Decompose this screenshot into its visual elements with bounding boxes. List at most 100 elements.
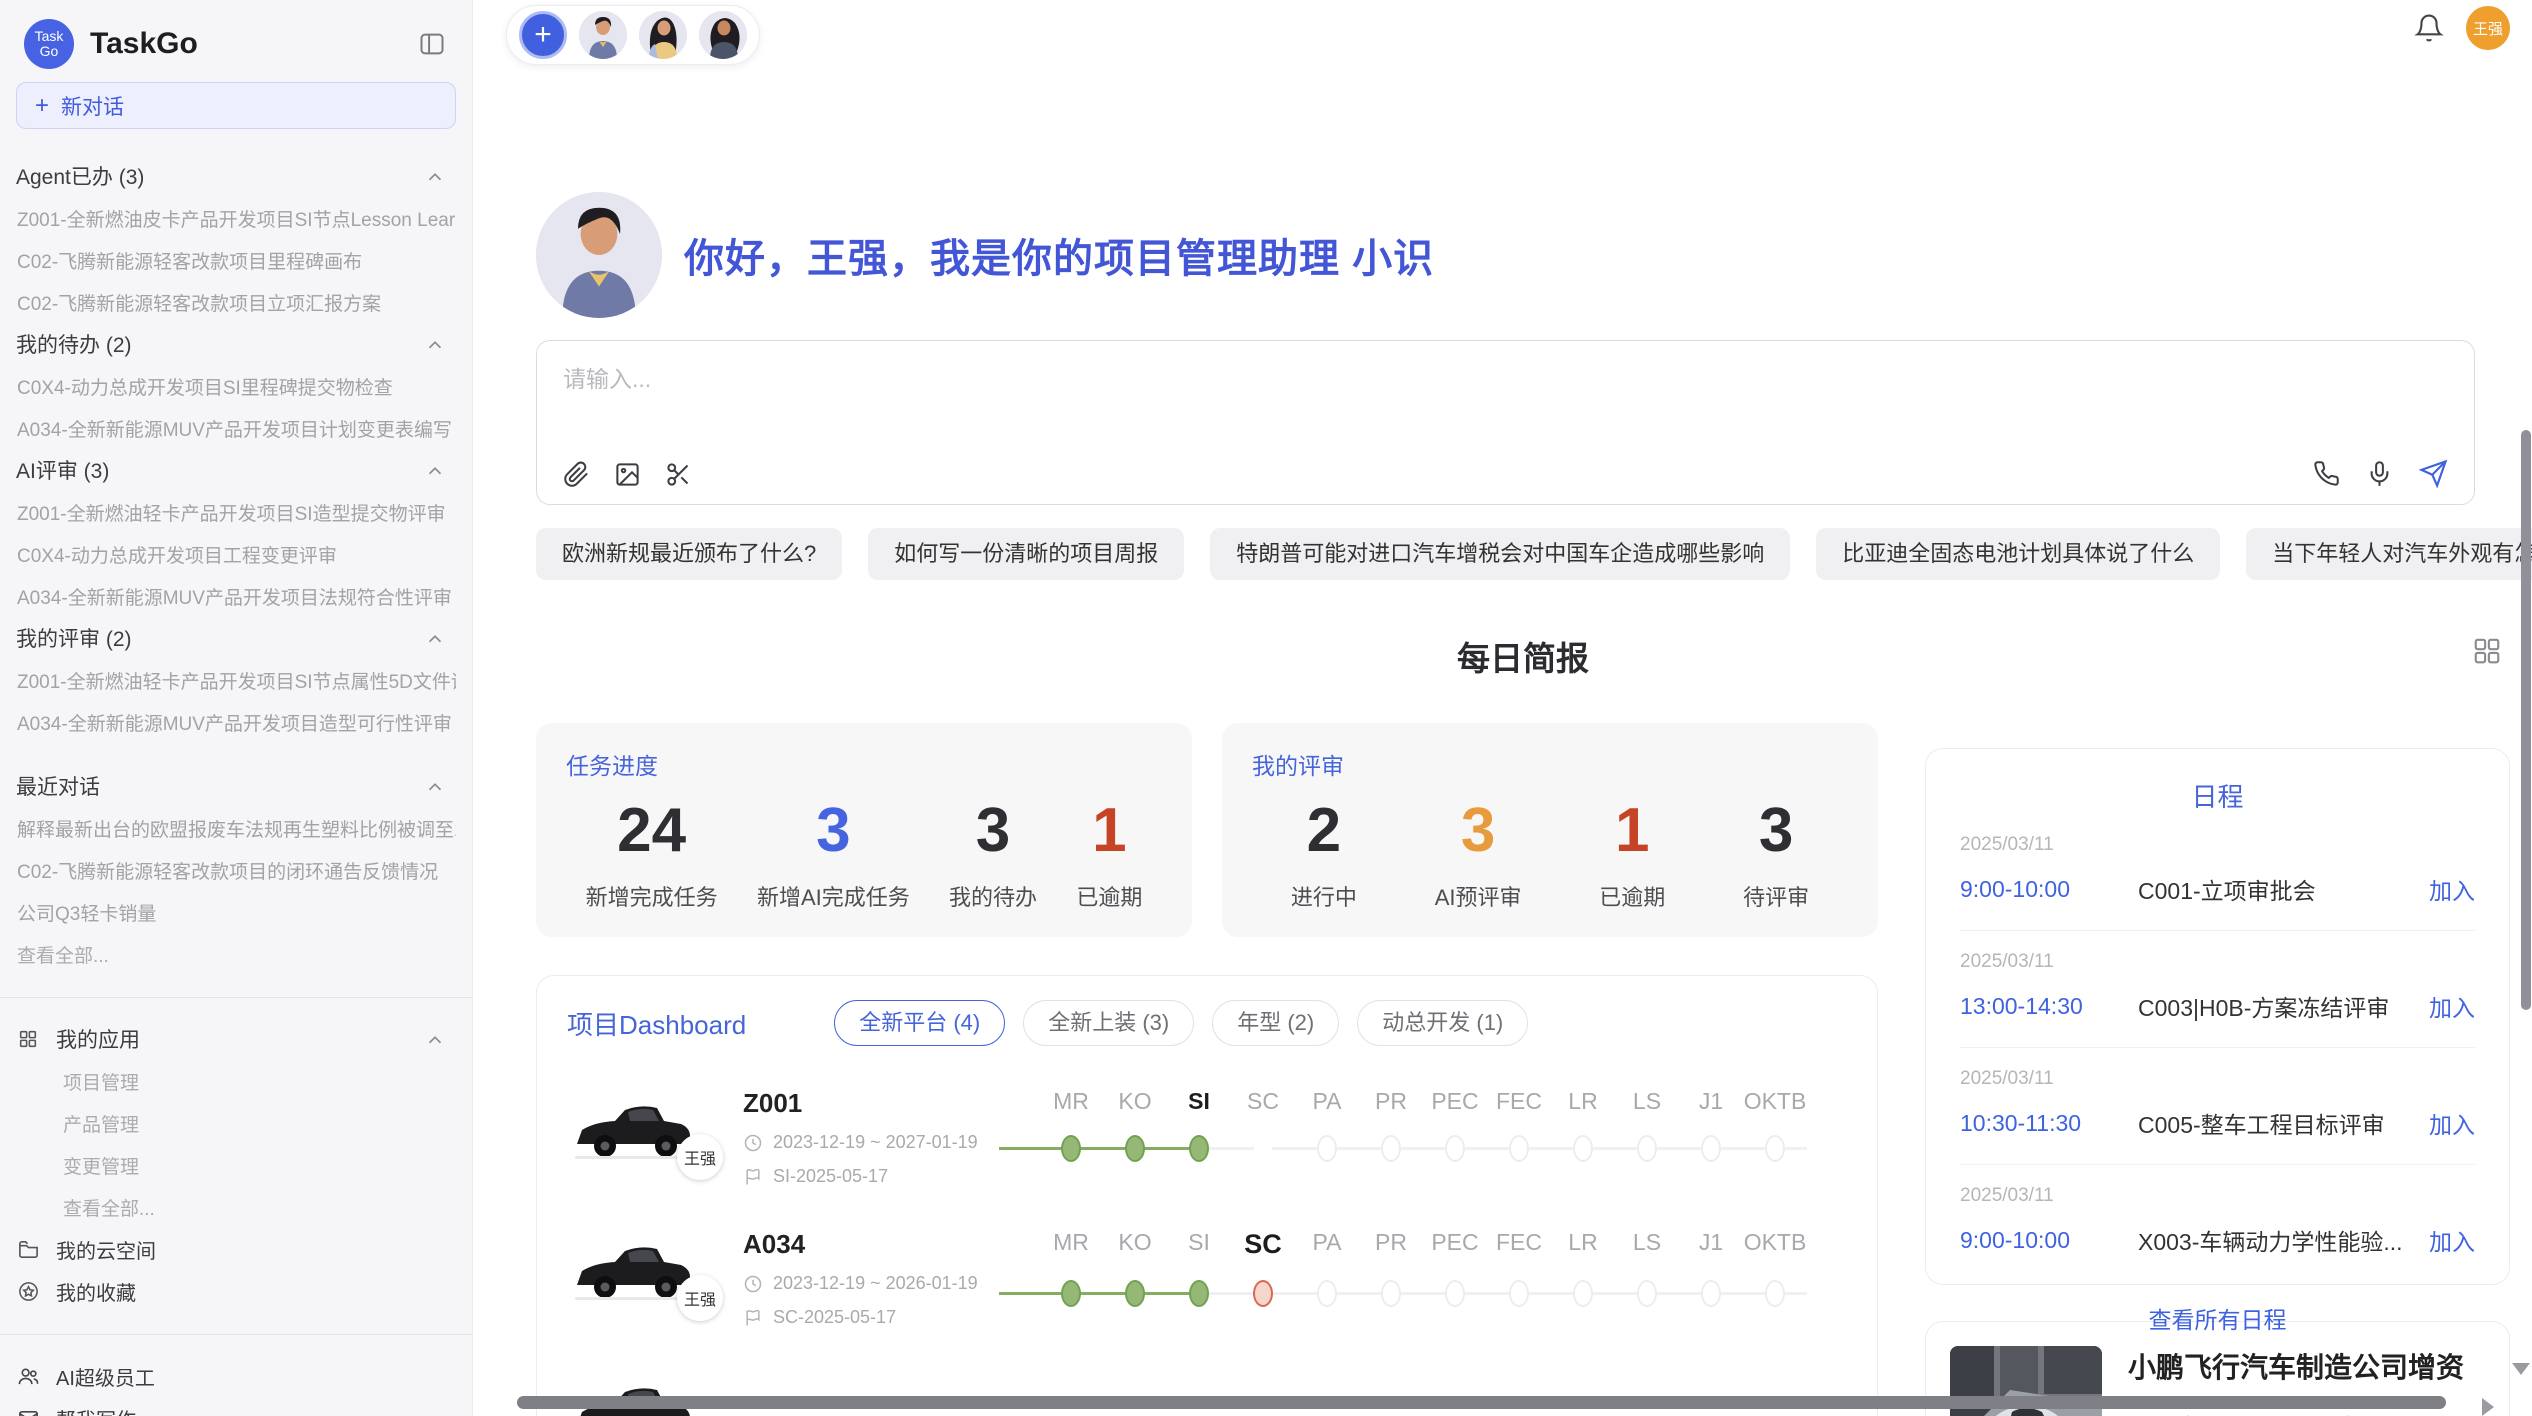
user-avatar[interactable]: 王强: [2466, 6, 2510, 50]
sidebar-conversation-item[interactable]: Z001-全新燃油皮卡产品开发项目SI节点Lesson Learn报告: [16, 205, 456, 232]
sidebar-conversation-item[interactable]: Z001-全新燃油轻卡产品开发项目SI节点属性5D文件评审: [16, 667, 456, 694]
sidebar-app-item[interactable]: 项目管理: [16, 1068, 139, 1095]
dashboard-tab[interactable]: 全新平台 (4): [834, 1000, 1005, 1046]
send-icon[interactable]: [2419, 459, 2448, 488]
sidebar-section-header[interactable]: 我的待办 (2): [16, 323, 456, 365]
suggestion-chip[interactable]: 特朗普可能对进口汽车增税会对中国车企造成哪些影响: [1210, 528, 1790, 580]
stat: 3AI预评审: [1435, 795, 1522, 912]
stat-value: 3: [1743, 795, 1809, 866]
sidebar-conversation-item[interactable]: C02-飞腾新能源轻客改款项目的闭环通告反馈情况: [16, 857, 438, 884]
sidebar-section-header[interactable]: 最近对话: [16, 765, 456, 807]
chat-input[interactable]: [563, 359, 2443, 399]
sidebar-app-item[interactable]: 产品管理: [16, 1110, 139, 1137]
dashboard-tab[interactable]: 动总开发 (1): [1357, 1000, 1528, 1046]
dashboard-tab[interactable]: 年型 (2): [1212, 1000, 1339, 1046]
scroll-right-arrow[interactable]: [2482, 1398, 2494, 1416]
sidebar-section-header[interactable]: AI评审 (3): [16, 449, 456, 491]
sidebar-item-row: 查看全部...: [16, 933, 456, 975]
milestone-label: PEC: [1423, 1229, 1487, 1260]
sidebar-conversation-item[interactable]: Z001-全新燃油轻卡产品开发项目SI造型提交物评审: [16, 499, 446, 526]
sidebar-app-item[interactable]: 变更管理: [16, 1152, 139, 1179]
join-link[interactable]: 加入: [2429, 1106, 2475, 1140]
collaborator-avatar[interactable]: [639, 11, 687, 59]
dashboard-tab[interactable]: 全新上装 (3): [1023, 1000, 1194, 1046]
sidebar-section-header[interactable]: Agent已办 (3): [16, 155, 456, 197]
sidebar-conversation-item[interactable]: A034-全新新能源MUV产品开发项目计划变更表编写: [16, 415, 452, 442]
plus-icon: +: [35, 92, 49, 120]
add-button[interactable]: +: [519, 11, 567, 59]
scissors-icon[interactable]: [665, 461, 692, 488]
sidebar-divider: [0, 1334, 472, 1335]
sidebar-conversation-item[interactable]: A034-全新新能源MUV产品开发项目造型可行性评审: [16, 709, 452, 736]
clock-icon: [743, 1274, 763, 1294]
paperclip-icon[interactable]: [563, 461, 590, 488]
milestone-cell: [1167, 1272, 1231, 1316]
sidebar-apps-header[interactable]: 我的应用: [16, 1018, 456, 1060]
sidebar-link-users[interactable]: AI超级员工: [16, 1355, 456, 1397]
sidebar-link-mail-pen[interactable]: 帮我写作: [16, 1397, 456, 1416]
milestone-label: MR: [1039, 1088, 1103, 1115]
sidebar-conversation-item[interactable]: C02-飞腾新能源轻客改款项目里程碑画布: [16, 247, 362, 274]
sidebar-conversation-item[interactable]: A034-全新新能源MUV产品开发项目法规符合性评审: [16, 583, 452, 610]
sidebar-section-header[interactable]: 我的评审 (2): [16, 617, 456, 659]
sidebar-link-cloud-folder[interactable]: 我的云空间: [16, 1228, 456, 1270]
sidebar-link-star-badge[interactable]: 我的收藏: [16, 1270, 456, 1312]
milestone-labels: MRKOSISCPAPRPECFECLRLSJ1OKTB: [999, 1229, 1847, 1260]
collaborator-avatar[interactable]: [579, 11, 627, 59]
sidebar-conversation-item[interactable]: 查看全部...: [16, 941, 109, 968]
notification-bell-icon[interactable]: [2414, 13, 2444, 43]
join-link[interactable]: 加入: [2429, 1223, 2475, 1257]
new-chat-button[interactable]: + 新对话: [16, 82, 456, 129]
layout-grid-icon[interactable]: [2472, 636, 2502, 666]
milestone-node-todo: [1445, 1280, 1465, 1307]
project-row[interactable]: 王强Z0012023-12-19 ~ 2027-01-19SI-2025-05-…: [567, 1088, 1847, 1187]
suggestion-chip[interactable]: 当下年轻人对汽车外观有怎样的喜好趋势: [2246, 528, 2532, 580]
news-title: 小鹏飞行汽车制造公司增资: [2128, 1346, 2485, 1386]
logo-row: Task Go TaskGo: [16, 16, 456, 72]
schedule-date: 2025/03/11: [1960, 834, 2475, 856]
milestone-cell: [1551, 1272, 1615, 1316]
schedule-title: 日程: [1960, 777, 2475, 814]
chevron-up-icon[interactable]: [424, 334, 446, 356]
chevron-up-icon[interactable]: [424, 628, 446, 650]
scroll-down-arrow[interactable]: [2512, 1363, 2530, 1375]
join-link[interactable]: 加入: [2429, 872, 2475, 906]
suggestion-chip[interactable]: 欧洲新规最近颁布了什么?: [536, 528, 842, 580]
sidebar-app-item[interactable]: 查看全部...: [16, 1194, 155, 1221]
milestone-label: LR: [1551, 1229, 1615, 1260]
chevron-up-icon[interactable]: [424, 1029, 446, 1051]
suggestion-chip[interactable]: 如何写一份清晰的项目周报: [868, 528, 1184, 580]
join-link[interactable]: 加入: [2429, 989, 2475, 1023]
stat: 1已逾期: [1599, 795, 1665, 912]
stat: 3新增AI完成任务: [757, 795, 910, 912]
milestone-label: SI: [1167, 1088, 1231, 1115]
milestone-lead-line: [999, 1272, 1039, 1316]
vertical-scrollbar[interactable]: [2521, 430, 2531, 1010]
sidebar-conversation-item[interactable]: 解释最新出台的欧盟报废车法规再生塑料比例被调至15%...: [16, 815, 456, 842]
chevron-up-icon[interactable]: [424, 776, 446, 798]
project-name: A034: [743, 1229, 993, 1260]
sidebar-conversation-item[interactable]: C02-飞腾新能源轻客改款项目立项汇报方案: [16, 289, 381, 316]
stat-value: 3: [949, 795, 1037, 866]
stat-value: 1: [1076, 795, 1142, 866]
collaborator-avatar[interactable]: [699, 11, 747, 59]
composer-attach-icons: [563, 461, 692, 488]
phone-icon[interactable]: [2313, 460, 2340, 487]
sidebar-item-row: C02-飞腾新能源轻客改款项目立项汇报方案: [16, 281, 456, 323]
sidebar-conversation-item[interactable]: C0X4-动力总成开发项目SI里程碑提交物检查: [16, 373, 393, 400]
sidebar-apps: 我的应用项目管理产品管理变更管理查看全部...: [16, 1018, 456, 1228]
project-row[interactable]: 王强A0342023-12-19 ~ 2026-01-19SC-2025-05-…: [567, 1229, 1847, 1328]
milestone-node-todo: [1765, 1280, 1785, 1307]
milestone-nodes: [999, 1272, 1847, 1316]
suggestion-chip[interactable]: 比亚迪全固态电池计划具体说了什么: [1816, 528, 2220, 580]
chevron-up-icon[interactable]: [424, 460, 446, 482]
schedule-name: C001-立项审批会: [2138, 872, 2429, 906]
sidebar-conversation-item[interactable]: 公司Q3轻卡销量: [16, 899, 156, 926]
chevron-up-icon[interactable]: [424, 166, 446, 188]
sidebar-divider: [0, 997, 472, 998]
microphone-icon[interactable]: [2366, 460, 2393, 487]
collapse-sidebar-icon[interactable]: [418, 30, 446, 58]
horizontal-scrollbar[interactable]: [517, 1396, 2446, 1409]
sidebar-conversation-item[interactable]: C0X4-动力总成开发项目工程变更评审: [16, 541, 337, 568]
image-icon[interactable]: [614, 461, 641, 488]
